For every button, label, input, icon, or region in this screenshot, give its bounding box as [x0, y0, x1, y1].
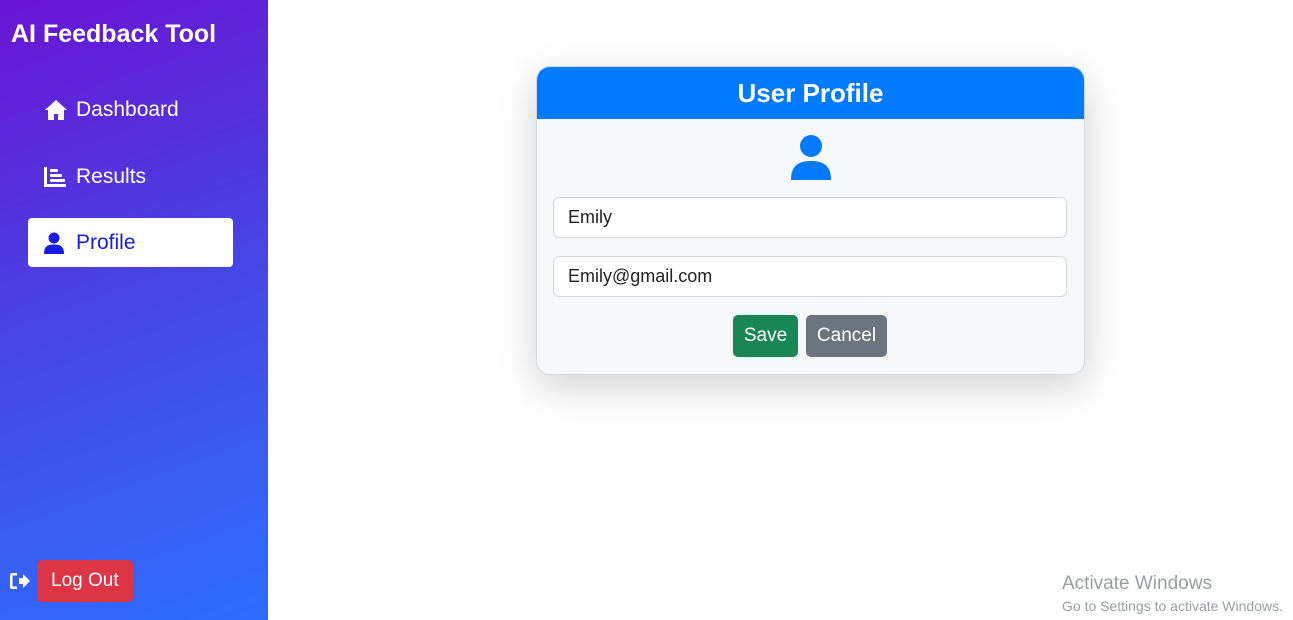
sign-out-icon: [10, 570, 32, 592]
user-icon: [44, 232, 70, 254]
sidebar-item-dashboard[interactable]: Dashboard: [28, 85, 233, 134]
activate-windows-watermark: Activate Windows Go to Settings to activ…: [1062, 573, 1283, 614]
save-button[interactable]: Save: [733, 315, 798, 357]
user-avatar-icon: [789, 134, 833, 180]
name-field[interactable]: [553, 197, 1067, 238]
sidebar-item-label: Profile: [76, 230, 136, 254]
card-title: User Profile: [537, 67, 1084, 119]
watermark-title: Activate Windows: [1062, 573, 1212, 594]
logout-button[interactable]: Log Out: [37, 560, 133, 602]
sidebar-item-label: Results: [76, 164, 147, 188]
bar-chart-icon: [44, 166, 70, 188]
app-brand-title: AI Feedback Tool: [11, 20, 217, 48]
cancel-button[interactable]: Cancel: [806, 315, 887, 357]
sidebar: AI Feedback Tool Dashboard Results Profi…: [0, 0, 268, 620]
sidebar-item-label: Dashboard: [76, 97, 179, 121]
sidebar-item-results[interactable]: Results: [28, 152, 233, 201]
sidebar-item-profile[interactable]: Profile: [28, 218, 233, 267]
app-root: AI Feedback Tool Dashboard Results Profi…: [0, 0, 1293, 620]
logout-area: Log Out: [10, 560, 133, 602]
user-profile-card: User Profile Save Cancel: [536, 66, 1085, 375]
email-field[interactable]: [553, 256, 1067, 297]
watermark-subtitle: Go to Settings to activate Windows.: [1062, 598, 1283, 614]
home-icon: [44, 99, 70, 121]
